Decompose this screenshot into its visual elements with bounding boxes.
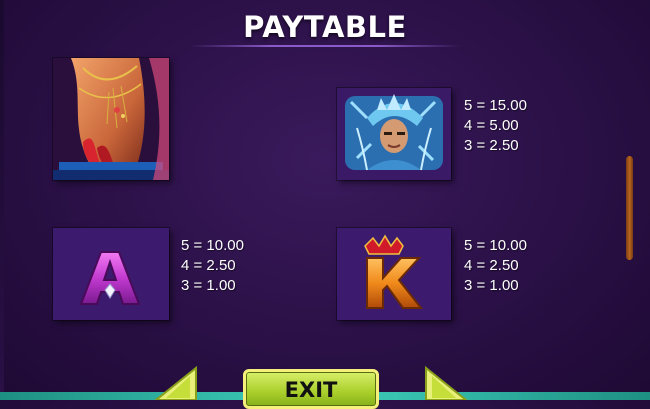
symbol-ace	[53, 228, 169, 320]
carnival-king-pays: 5 = 15.00 4 = 5.00 3 = 2.50	[464, 96, 527, 156]
pay-5: 5 = 10.00	[464, 237, 527, 254]
king-icon	[337, 228, 451, 320]
frame-edge	[0, 0, 4, 400]
symbol-carnival-king	[337, 88, 451, 180]
pay-4: 4 = 2.50	[181, 257, 236, 274]
ace-icon	[53, 228, 169, 320]
next-page-button[interactable]	[424, 364, 472, 405]
king-pays: 5 = 10.00 4 = 2.50 3 = 1.00	[464, 236, 527, 296]
pay-4: 4 = 5.00	[464, 117, 519, 134]
pay-5: 5 = 10.00	[181, 237, 244, 254]
scrollbar[interactable]	[626, 156, 633, 260]
dancer-icon	[53, 58, 169, 180]
symbol-king	[337, 228, 451, 320]
pay-3: 3 = 2.50	[464, 137, 519, 154]
arrow-left-icon	[153, 365, 197, 401]
symbol-dancer	[53, 58, 169, 180]
title-divider	[190, 45, 460, 47]
pay-4: 4 = 2.50	[464, 257, 519, 274]
arrow-right-icon	[425, 365, 469, 401]
pay-5: 5 = 15.00	[464, 97, 527, 114]
carnival-king-icon	[337, 88, 451, 180]
pay-3: 3 = 1.00	[464, 277, 519, 294]
exit-button[interactable]: EXIT	[243, 369, 379, 409]
ace-pays: 5 = 10.00 4 = 2.50 3 = 1.00	[181, 236, 244, 296]
prev-page-button[interactable]	[150, 364, 198, 405]
pay-3: 3 = 1.00	[181, 277, 236, 294]
paytable-title: PAYTABLE	[243, 10, 407, 44]
